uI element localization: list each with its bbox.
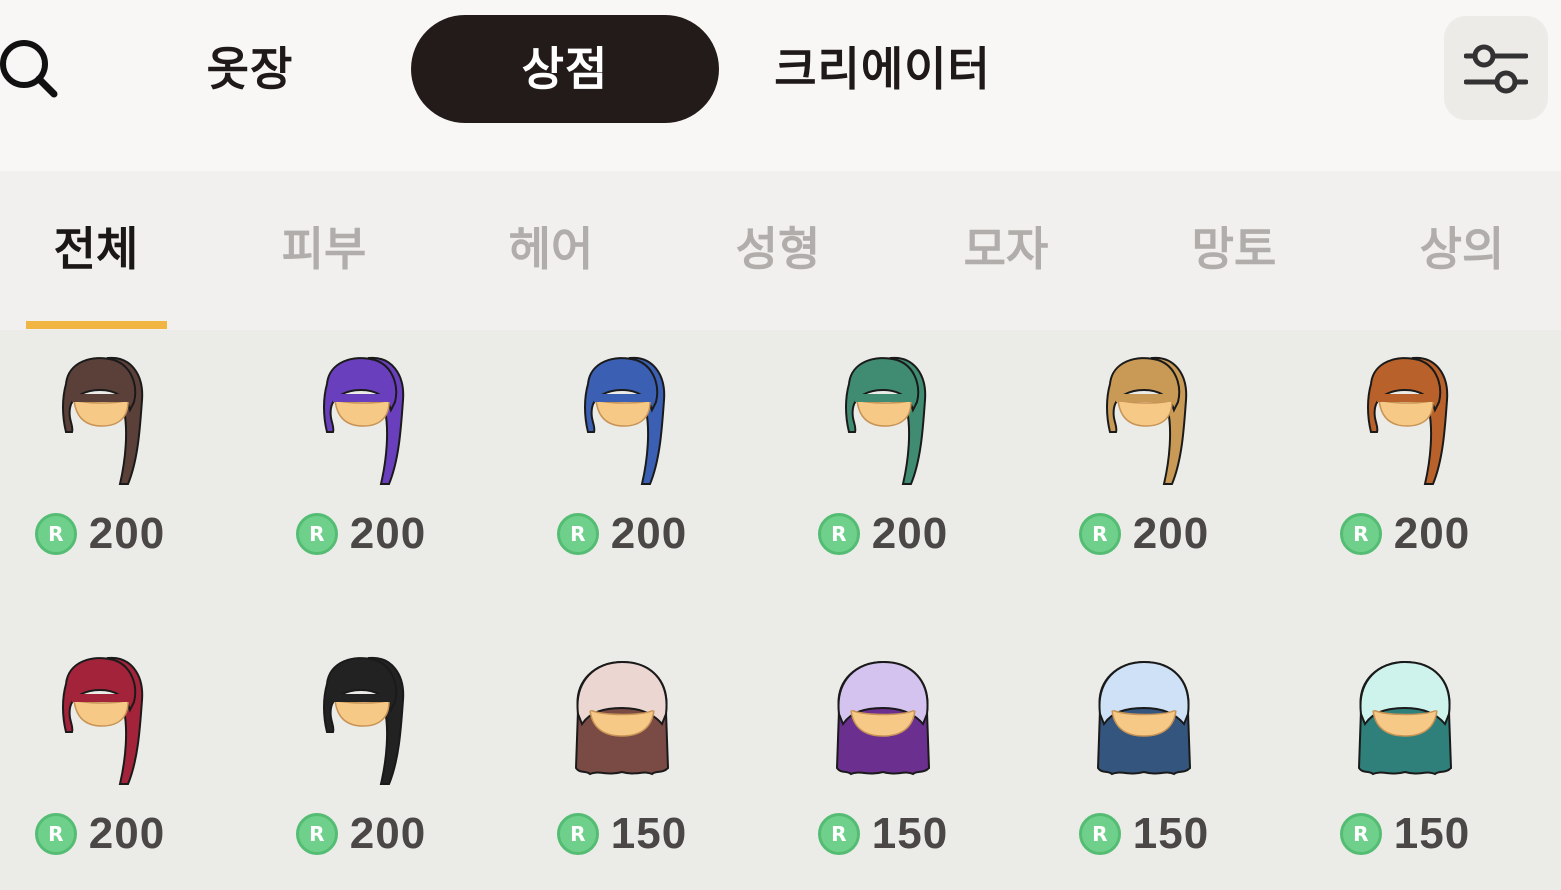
category-tab-skin[interactable]: 피부 xyxy=(244,219,404,279)
category-tab-top[interactable]: 상의 xyxy=(1382,219,1542,279)
item-price: R 150 xyxy=(783,808,983,860)
ponytail-hair-image xyxy=(291,350,431,490)
item-price: R 200 xyxy=(1044,508,1244,560)
sliders-icon xyxy=(1464,44,1528,94)
r-coin-icon: R xyxy=(295,513,338,555)
r-coin-icon: R xyxy=(295,813,338,855)
active-tab-indicator xyxy=(26,321,167,329)
r-coin-icon: R xyxy=(1078,513,1121,555)
search-button[interactable] xyxy=(0,34,64,104)
r-coin-icon: R xyxy=(556,513,599,555)
ponytail-hair-image xyxy=(291,650,431,790)
price-value: 200 xyxy=(349,809,427,858)
r-coin-icon: R xyxy=(1339,813,1382,855)
r-coin-icon: R xyxy=(556,813,599,855)
item-price: R 150 xyxy=(1305,808,1505,860)
shop-item[interactable]: R 150 xyxy=(1305,630,1505,890)
category-tab-face[interactable]: 성형 xyxy=(698,219,858,279)
search-icon xyxy=(0,40,58,98)
ponytail-hair-image xyxy=(30,650,170,790)
price-value: 200 xyxy=(1132,509,1210,558)
price-value: 200 xyxy=(88,509,166,558)
r-coin-icon: R xyxy=(34,813,77,855)
category-tab-all[interactable]: 전체 xyxy=(16,219,176,279)
shop-item[interactable]: R 200 xyxy=(783,330,983,590)
item-grid: R 200 R 200 R 200 R 200 R 200 R 200 R 200 R 200 R 150 R 150… xyxy=(0,330,1561,877)
category-tab-cape[interactable]: 망토 xyxy=(1154,219,1314,279)
ponytail-hair-image xyxy=(813,350,953,490)
item-price: R 200 xyxy=(522,508,722,560)
long-bob-hair-image xyxy=(813,650,953,790)
ponytail-hair-image xyxy=(30,350,170,490)
shop-item[interactable]: R 200 xyxy=(261,330,461,590)
item-price: R 200 xyxy=(783,508,983,560)
item-price: R 150 xyxy=(1044,808,1244,860)
category-tabs: 전체 피부 헤어 성형 모자 망토 상의 xyxy=(0,171,1561,330)
price-value: 150 xyxy=(1393,809,1471,858)
shop-item[interactable]: R 150 xyxy=(1044,630,1244,890)
item-price: R 200 xyxy=(261,508,461,560)
long-bob-hair-image xyxy=(552,650,692,790)
r-coin-icon: R xyxy=(817,813,860,855)
filter-button[interactable] xyxy=(1444,16,1548,120)
shop-item[interactable]: R 200 xyxy=(522,330,722,590)
category-tab-hair[interactable]: 헤어 xyxy=(471,219,631,279)
tab-wardrobe[interactable]: 옷장 xyxy=(170,15,330,123)
r-coin-icon: R xyxy=(1078,813,1121,855)
top-nav-bar: 옷장 상점 크리에이터 xyxy=(0,0,1561,171)
price-value: 200 xyxy=(1393,509,1471,558)
price-value: 200 xyxy=(88,809,166,858)
item-price: R 200 xyxy=(1305,508,1505,560)
item-price: R 200 xyxy=(0,808,200,860)
shop-item[interactable]: R 150 xyxy=(783,630,983,890)
ponytail-hair-image xyxy=(1335,350,1475,490)
price-value: 200 xyxy=(871,509,949,558)
long-bob-hair-image xyxy=(1335,650,1475,790)
r-coin-icon: R xyxy=(34,513,77,555)
price-value: 150 xyxy=(610,809,688,858)
shop-item[interactable]: R 200 xyxy=(1044,330,1244,590)
item-price: R 200 xyxy=(0,508,200,560)
long-bob-hair-image xyxy=(1074,650,1214,790)
price-value: 200 xyxy=(349,509,427,558)
shop-item[interactable]: R 200 xyxy=(0,630,200,890)
item-price: R 150 xyxy=(522,808,722,860)
item-price: R 200 xyxy=(261,808,461,860)
r-coin-icon: R xyxy=(1339,513,1382,555)
r-coin-icon: R xyxy=(817,513,860,555)
price-value: 150 xyxy=(1132,809,1210,858)
tab-creator[interactable]: 크리에이터 xyxy=(740,15,1025,123)
shop-item[interactable]: R 150 xyxy=(522,630,722,890)
tab-shop[interactable]: 상점 xyxy=(411,15,719,123)
price-value: 200 xyxy=(610,509,688,558)
shop-item[interactable]: R 200 xyxy=(0,330,200,590)
price-value: 150 xyxy=(871,809,949,858)
category-tab-hat[interactable]: 모자 xyxy=(926,219,1086,279)
shop-item[interactable]: R 200 xyxy=(261,630,461,890)
shop-item[interactable]: R 200 xyxy=(1305,330,1505,590)
ponytail-hair-image xyxy=(1074,350,1214,490)
ponytail-hair-image xyxy=(552,350,692,490)
